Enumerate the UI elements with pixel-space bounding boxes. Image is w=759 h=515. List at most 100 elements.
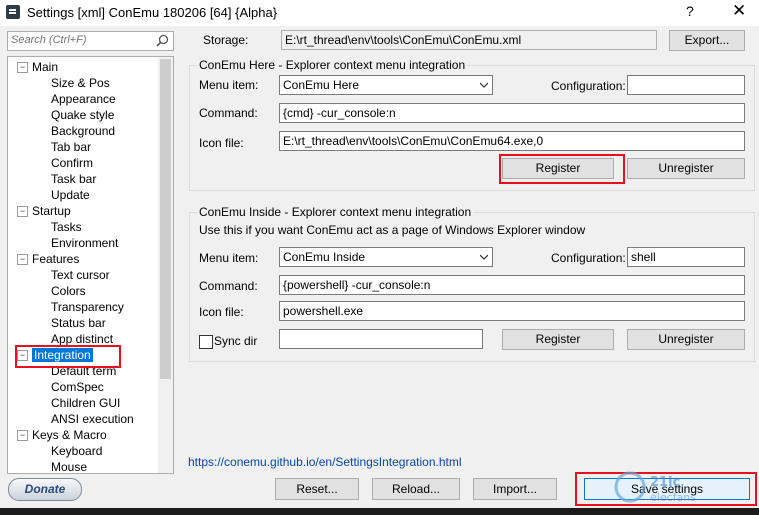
watermark-logo-icon: 21ic elecfans (614, 471, 696, 504)
tree-item-label: ComSpec (51, 380, 104, 394)
sync-dir-checkbox[interactable] (199, 335, 213, 349)
tree-item-label: Main (32, 60, 59, 74)
tree-item[interactable]: Background (51, 123, 115, 139)
conemu-inside-group-title: ConEmu Inside - Explorer context menu in… (197, 205, 474, 219)
here-command-label: Command: (199, 106, 258, 120)
chevron-down-icon (480, 82, 488, 88)
chevron-down-icon (480, 254, 488, 260)
tree-item[interactable]: Quake style (51, 107, 114, 123)
tree-item[interactable]: Children GUI (51, 395, 120, 411)
tree-item[interactable]: Environment (51, 235, 118, 251)
tree-scroll-thumb[interactable] (160, 59, 171, 379)
inside-menu-item-combo[interactable]: ConEmu Inside (279, 247, 493, 267)
tree-item[interactable]: Colors (51, 283, 86, 299)
tree-item-label: Startup (32, 204, 71, 218)
tree-item-label: Mouse (51, 460, 88, 474)
tree-item[interactable]: Startup (32, 203, 71, 219)
collapse-toggle-icon[interactable]: − (17, 206, 28, 217)
tree-item-label: Appearance (51, 92, 116, 106)
collapse-toggle-icon[interactable]: − (17, 430, 28, 441)
tree-item[interactable]: Status bar (51, 315, 106, 331)
inside-menu-item-value: ConEmu Inside (283, 250, 366, 264)
tree-scrollbar[interactable] (158, 57, 173, 473)
search-box (7, 31, 174, 51)
tree-item-label: Task bar (51, 172, 97, 186)
window-title: Settings [xml] ConEmu 180206 [64] {Alpha… (27, 5, 278, 20)
tree-item[interactable]: Text cursor (51, 267, 110, 283)
tree-item-label: Colors (51, 284, 86, 298)
storage-path-field: E:\rt_thread\env\tools\ConEmu\ConEmu.xml (281, 30, 657, 50)
register-highlight-box (499, 154, 625, 184)
inside-menu-item-label: Menu item: (199, 251, 259, 265)
here-icon-file-input[interactable]: E:\rt_thread\env\tools\ConEmu\ConEmu64.e… (279, 131, 745, 151)
settings-tree: Main − Size & Pos Appearance Quake style Back… (7, 56, 174, 474)
here-configuration-label: Configuration: (551, 79, 626, 93)
tree-item-label: Text cursor (51, 268, 110, 282)
export-button[interactable]: Export... (669, 30, 745, 51)
inside-command-input[interactable]: {powershell} -cur_console:n (279, 275, 745, 295)
tree-item-label: Features (32, 252, 80, 266)
tree-item[interactable]: ComSpec (51, 379, 104, 395)
tree-item-label: Quake style (51, 108, 115, 122)
tree-item[interactable]: Main (32, 59, 58, 75)
inside-icon-file-label: Icon file: (199, 305, 244, 319)
tree-item-label: Transparency (51, 300, 124, 314)
inside-description: Use this if you want ConEmu act as a pag… (199, 223, 586, 237)
svg-text:21ic: 21ic (650, 475, 680, 490)
integration-highlight-box (15, 345, 121, 368)
tree-item[interactable]: Mouse (51, 459, 88, 474)
tree-item[interactable]: Size & Pos (51, 75, 110, 91)
tree-item[interactable]: Update (51, 187, 90, 203)
here-menu-item-label: Menu item: (199, 78, 259, 92)
tree-item-label: Tab bar (51, 140, 92, 154)
storage-label: Storage: (203, 33, 249, 47)
reload-button[interactable]: Reload... (372, 478, 460, 500)
sync-dir-label: Sync dir (214, 334, 258, 348)
donate-button[interactable]: Donate (8, 478, 82, 501)
inside-command-label: Command: (199, 279, 258, 293)
tree-item[interactable]: Transparency (51, 299, 124, 315)
inside-unregister-button[interactable]: Unregister (627, 329, 745, 350)
here-icon-file-label: Icon file: (199, 136, 244, 150)
inside-configuration-input[interactable]: shell (627, 247, 745, 267)
tree-item-label: Children GUI (51, 396, 121, 410)
help-button[interactable]: ? (686, 3, 694, 19)
here-configuration-input[interactable] (627, 75, 745, 95)
here-menu-item-combo[interactable]: ConEmu Here (279, 75, 493, 95)
collapse-toggle-icon[interactable]: − (17, 254, 28, 265)
collapse-toggle-icon[interactable]: − (17, 62, 28, 73)
search-icon[interactable] (156, 34, 169, 47)
reset-button[interactable]: Reset... (275, 478, 359, 500)
tree-item[interactable]: ANSI execution (51, 411, 134, 427)
tree-item-label: Keyboard (51, 444, 103, 458)
here-command-input[interactable]: {cmd} -cur_console:n (279, 103, 745, 123)
tree-item[interactable]: Task bar (51, 171, 96, 187)
taskbar-strip (0, 508, 759, 515)
tree-item-label: Keys & Macro (32, 428, 107, 442)
tree-item[interactable]: Keys & Macro (32, 427, 107, 443)
tree-item-label: Background (51, 124, 116, 138)
tree-item-label: Confirm (51, 156, 94, 170)
inside-icon-file-input[interactable]: powershell.exe (279, 301, 745, 321)
here-menu-item-value: ConEmu Here (283, 78, 360, 92)
tree-item[interactable]: Confirm (51, 155, 93, 171)
svg-text:elecfans: elecfans (650, 491, 696, 504)
inside-configuration-label: Configuration: (551, 251, 626, 265)
tree-item[interactable]: Features (32, 251, 79, 267)
here-unregister-button[interactable]: Unregister (627, 158, 745, 179)
tree-item-label: Size & Pos (51, 76, 110, 90)
help-link[interactable]: https://conemu.github.io/en/SettingsInte… (188, 455, 462, 469)
sync-dir-input[interactable] (279, 329, 483, 349)
tree-item-label: Tasks (51, 220, 82, 234)
inside-register-button[interactable]: Register (502, 329, 614, 350)
search-input[interactable] (8, 32, 151, 48)
import-button[interactable]: Import... (473, 478, 557, 500)
conemu-app-icon (6, 5, 20, 19)
tree-item[interactable]: Keyboard (51, 443, 102, 459)
tree-item[interactable]: Tab bar (51, 139, 91, 155)
title-bar: Settings [xml] ConEmu 180206 [64] {Alpha… (0, 0, 759, 26)
tree-item[interactable]: Appearance (51, 91, 116, 107)
tree-item-label: Environment (51, 236, 119, 250)
tree-item[interactable]: Tasks (51, 219, 82, 235)
close-button[interactable]: ✕ (732, 1, 746, 21)
